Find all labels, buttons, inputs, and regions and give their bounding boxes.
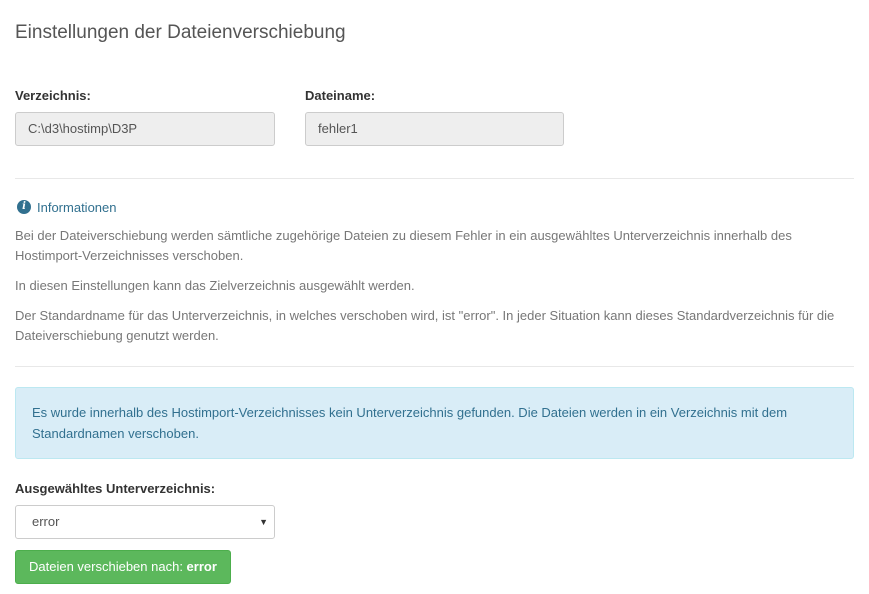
subdirectory-field-group: Ausgewähltes Unterverzeichnis: error ▼: [15, 480, 275, 539]
divider-top: [15, 178, 854, 179]
subdirectory-selected-value: error: [32, 514, 60, 529]
info-paragraph-1: Bei der Dateiverschiebung werden sämtlic…: [15, 228, 792, 263]
move-files-button[interactable]: Dateien verschieben nach: error: [15, 550, 231, 584]
filename-field-group: Dateiname: fehler1: [305, 87, 564, 146]
directory-field-group: Verzeichnis: C:\d3\hostimp\D3P: [15, 87, 275, 146]
info-heading: i Informationen: [17, 198, 117, 216]
directory-input[interactable]: C:\d3\hostimp\D3P: [15, 112, 275, 146]
info-alert: Es wurde innerhalb des Hostimport-Verzei…: [15, 387, 854, 459]
info-paragraph-3: Der Standardname für das Unterverzeichni…: [15, 308, 835, 343]
move-files-button-label: Dateien verschieben nach:: [29, 559, 187, 574]
divider-bottom: [15, 366, 854, 367]
move-files-button-target: error: [186, 559, 217, 574]
subdirectory-label: Ausgewähltes Unterverzeichnis:: [15, 481, 216, 496]
info-heading-label: Informationen: [37, 199, 117, 215]
filename-input[interactable]: fehler1: [305, 112, 564, 146]
subdirectory-select[interactable]: error ▼: [15, 505, 275, 539]
info-paragraph-2: In diesen Einstellungen kann das Zielver…: [15, 278, 415, 293]
page-title: Einstellungen der Dateienverschiebung: [15, 22, 346, 43]
directory-label: Verzeichnis:: [15, 88, 91, 103]
caret-down-icon: ▼: [259, 517, 268, 527]
info-alert-text: Es wurde innerhalb des Hostimport-Verzei…: [32, 405, 788, 441]
filename-label: Dateiname:: [305, 88, 376, 103]
info-circle-icon: i: [17, 200, 31, 214]
